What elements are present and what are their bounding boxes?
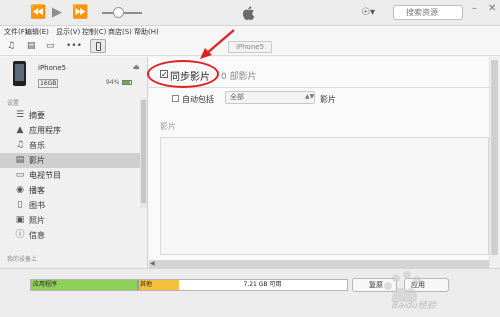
capacity-segment: 7.21 GB 可用 [179, 280, 346, 290]
section-label-settings: 设置 [7, 100, 20, 107]
capacity-bar: 应用程序 其他 7.21 GB 可用 [30, 279, 348, 291]
battery-percent: 94% [106, 79, 120, 86]
sidebar-item-label: 摘要 [29, 111, 45, 120]
apps-icon: ▲ [16, 125, 24, 135]
music-note-icon[interactable]: ♫ [7, 40, 15, 52]
device-image [13, 61, 26, 86]
menu-bar: 文件(F) 编辑(E) 显示(V) 控制(C) 商店(S) 帮助(H) [0, 26, 500, 38]
sidebar-item-summary[interactable]: ☰ 摘要 [0, 108, 140, 123]
fast-forward-icon[interactable]: ⏩ [72, 5, 88, 21]
podcast-icon: ◉ [16, 185, 24, 195]
sidebar-item-podcasts[interactable]: ◉ 播客 [0, 183, 140, 198]
capacity-badge: 16GB [38, 79, 59, 88]
sidebar-item-label: 电视节目 [29, 171, 61, 180]
scroll-left-icon[interactable]: ◀ [150, 260, 155, 268]
menu-store[interactable]: 商店(S) [108, 26, 132, 38]
eject-icon[interactable]: ⏏ [133, 63, 140, 71]
auto-include-checkbox[interactable] [172, 95, 179, 102]
vertical-scrollbar-thumb[interactable] [491, 60, 498, 255]
horizontal-scrollbar[interactable] [149, 260, 490, 268]
sidebar-scrollbar-thumb[interactable] [141, 100, 146, 203]
sync-movies-count: 0 部影片 [221, 72, 257, 82]
capacity-segment: 应用程序 [31, 280, 138, 290]
capacity-separator [137, 280, 139, 290]
sidebar: iPhone5 ⏏ 16GB 94% 设置 ☰ 摘要 ▲ 应用程序 ♫ 音乐 ▤… [0, 57, 148, 268]
sidebar-item-movies[interactable]: ▤ 影片 [0, 153, 140, 168]
sidebar-item-label: 应用程序 [29, 126, 61, 135]
annotation-arrow-icon [200, 29, 235, 59]
toolbar: ⏪ ▶ ⏩ ☉▾ ⚲ 搜索资源 – ✕ [0, 0, 500, 26]
auto-include-select[interactable]: 全部 [225, 91, 315, 104]
menu-file[interactable]: 文件(F) [4, 26, 28, 38]
menu-help[interactable]: 帮助(H) [134, 26, 159, 38]
tv-shows-icon: ▭ [15, 170, 25, 180]
close-button[interactable]: ✕ [488, 3, 496, 14]
battery-icon [122, 80, 132, 85]
books-icon: ▯ [17, 200, 23, 210]
divider [149, 87, 489, 88]
menu-controls[interactable]: 控制(C) [82, 26, 106, 38]
menu-view[interactable]: 显示(V) [56, 26, 80, 38]
music-icon: ♫ [15, 140, 25, 150]
movies-list[interactable] [160, 137, 489, 255]
chevron-updown-icon: ▲▼ [305, 93, 315, 100]
apple-logo-icon [242, 6, 255, 21]
movies-icon: ▤ [15, 155, 25, 165]
sidebar-item-books[interactable]: ▯ 图书 [0, 198, 140, 213]
photos-icon: ▣ [15, 215, 25, 225]
summary-icon: ☰ [15, 110, 25, 120]
sidebar-item-label: 播客 [29, 186, 45, 195]
more-icon[interactable]: ••• [66, 40, 82, 52]
watermark-text: Baidu经验 [392, 301, 436, 311]
sidebar-item-label: 图书 [29, 201, 45, 210]
movies-section-title: 影片 [160, 122, 176, 131]
auto-include-label[interactable]: 自动包括 [182, 94, 214, 105]
info-icon: ⓘ [15, 230, 25, 240]
sidebar-item-music[interactable]: ♫ 音乐 [0, 138, 140, 153]
sidebar-item-apps[interactable]: ▲ 应用程序 [0, 123, 140, 138]
sidebar-item-info[interactable]: ⓘ 信息 [0, 228, 140, 243]
iphone-icon[interactable] [90, 39, 106, 53]
section-label-on-device: 我的设备上 [7, 256, 38, 263]
annotation-ellipse [147, 60, 219, 88]
minimize-button[interactable]: – [472, 3, 477, 14]
sidebar-item-label: 照片 [29, 216, 45, 225]
tv-icon[interactable]: ▭ [46, 40, 55, 52]
device-name: iPhone5 [38, 64, 67, 72]
capacity-segment: 其他 [138, 280, 179, 290]
account-icon[interactable]: ☉▾ [361, 7, 375, 18]
volume-slider-knob[interactable] [113, 7, 124, 18]
auto-include-suffix: 影片 [320, 95, 336, 104]
sidebar-item-label: 影片 [29, 156, 45, 165]
sidebar-item-photos[interactable]: ▣ 照片 [0, 213, 140, 228]
sidebar-item-tv-shows[interactable]: ▭ 电视节目 [0, 168, 140, 183]
film-icon[interactable]: ▤ [27, 40, 36, 52]
sidebar-item-label: 信息 [29, 231, 45, 240]
menu-edit[interactable]: 编辑(E) [25, 26, 49, 38]
search-input[interactable]: 搜索资源 [393, 5, 463, 20]
rewind-icon[interactable]: ⏪ [30, 5, 46, 21]
play-icon[interactable]: ▶ [52, 5, 62, 21]
sidebar-item-label: 音乐 [29, 141, 45, 150]
